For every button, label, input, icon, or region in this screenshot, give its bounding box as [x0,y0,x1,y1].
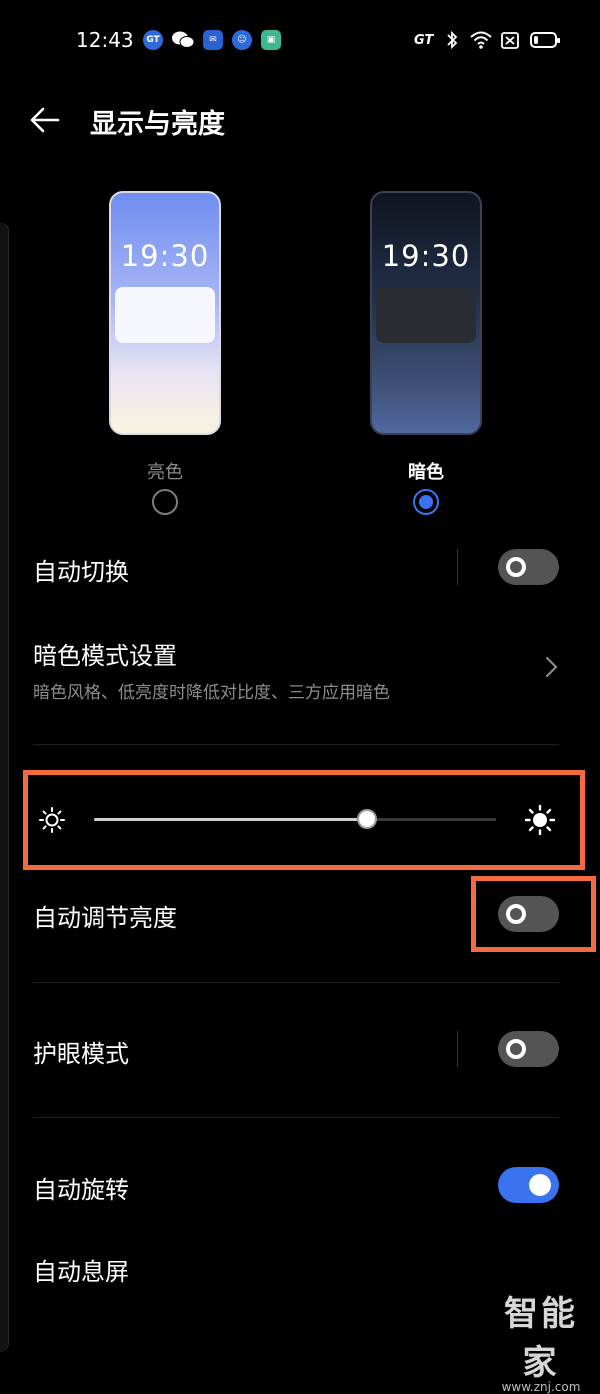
status-time: 12:43 [76,28,134,52]
sun-low-icon [38,806,66,834]
preview-clock: 19:30 [120,239,210,273]
divider [33,982,559,983]
gt-app-icon: GT [143,30,163,50]
preview-clock: 19:30 [381,239,471,273]
watermark-logo: 智能家 [504,1294,578,1383]
auto-screen-off-label[interactable]: 自动息屏 [33,1252,129,1287]
arrow-left-icon[interactable] [30,106,60,134]
sim-off-icon [501,32,519,49]
auto-rotate-label: 自动旋转 [33,1176,129,1204]
auto-switch-label: 自动切换 [33,558,129,586]
divider [33,1117,559,1118]
wifi-icon [470,30,492,50]
divider [33,744,559,745]
light-theme-label: 亮色 [147,462,183,483]
dark-theme-radio[interactable] [413,489,439,515]
preview-widget [376,287,476,343]
chevron-right-icon [542,655,560,679]
auto-switch-toggle[interactable] [498,549,559,585]
store-icon: ▣ [261,30,281,50]
wechat-icon [172,31,195,49]
dark-theme-preview[interactable]: 19:30 [370,191,482,435]
eye-comfort-label: 护眼模式 [33,1040,129,1068]
light-theme-preview[interactable]: 19:30 [109,191,221,435]
auto-brightness-toggle[interactable] [498,896,559,932]
sun-high-icon [524,804,556,836]
eye-comfort-toggle[interactable] [498,1031,559,1067]
auto-rotate-toggle[interactable] [498,1167,559,1203]
gt-mode-icon: GT [414,33,434,48]
dark-mode-settings-subtitle: 暗色风格、低亮度时降低对比度、三方应用暗色 [33,683,390,703]
auto-brightness-label: 自动调节亮度 [33,904,177,932]
edge-panel-handle[interactable] [0,222,9,1352]
chat-icon: ☺ [232,30,252,50]
message-icon: ✉ [203,30,223,50]
watermark-url: www.znj.com [501,1380,581,1394]
page-title: 显示与亮度 [90,109,225,140]
row-separator [457,549,458,585]
watermark: 智能家 www.znj.com [486,1286,596,1394]
brightness-slider-fill [94,818,368,821]
dark-theme-label: 暗色 [408,462,444,483]
dark-mode-settings-label[interactable]: 暗色模式设置 [33,636,177,671]
battery-icon [530,32,560,48]
preview-widget [115,287,215,343]
row-separator [457,1031,458,1067]
light-theme-radio[interactable] [152,489,178,515]
bluetooth-icon [445,30,459,50]
